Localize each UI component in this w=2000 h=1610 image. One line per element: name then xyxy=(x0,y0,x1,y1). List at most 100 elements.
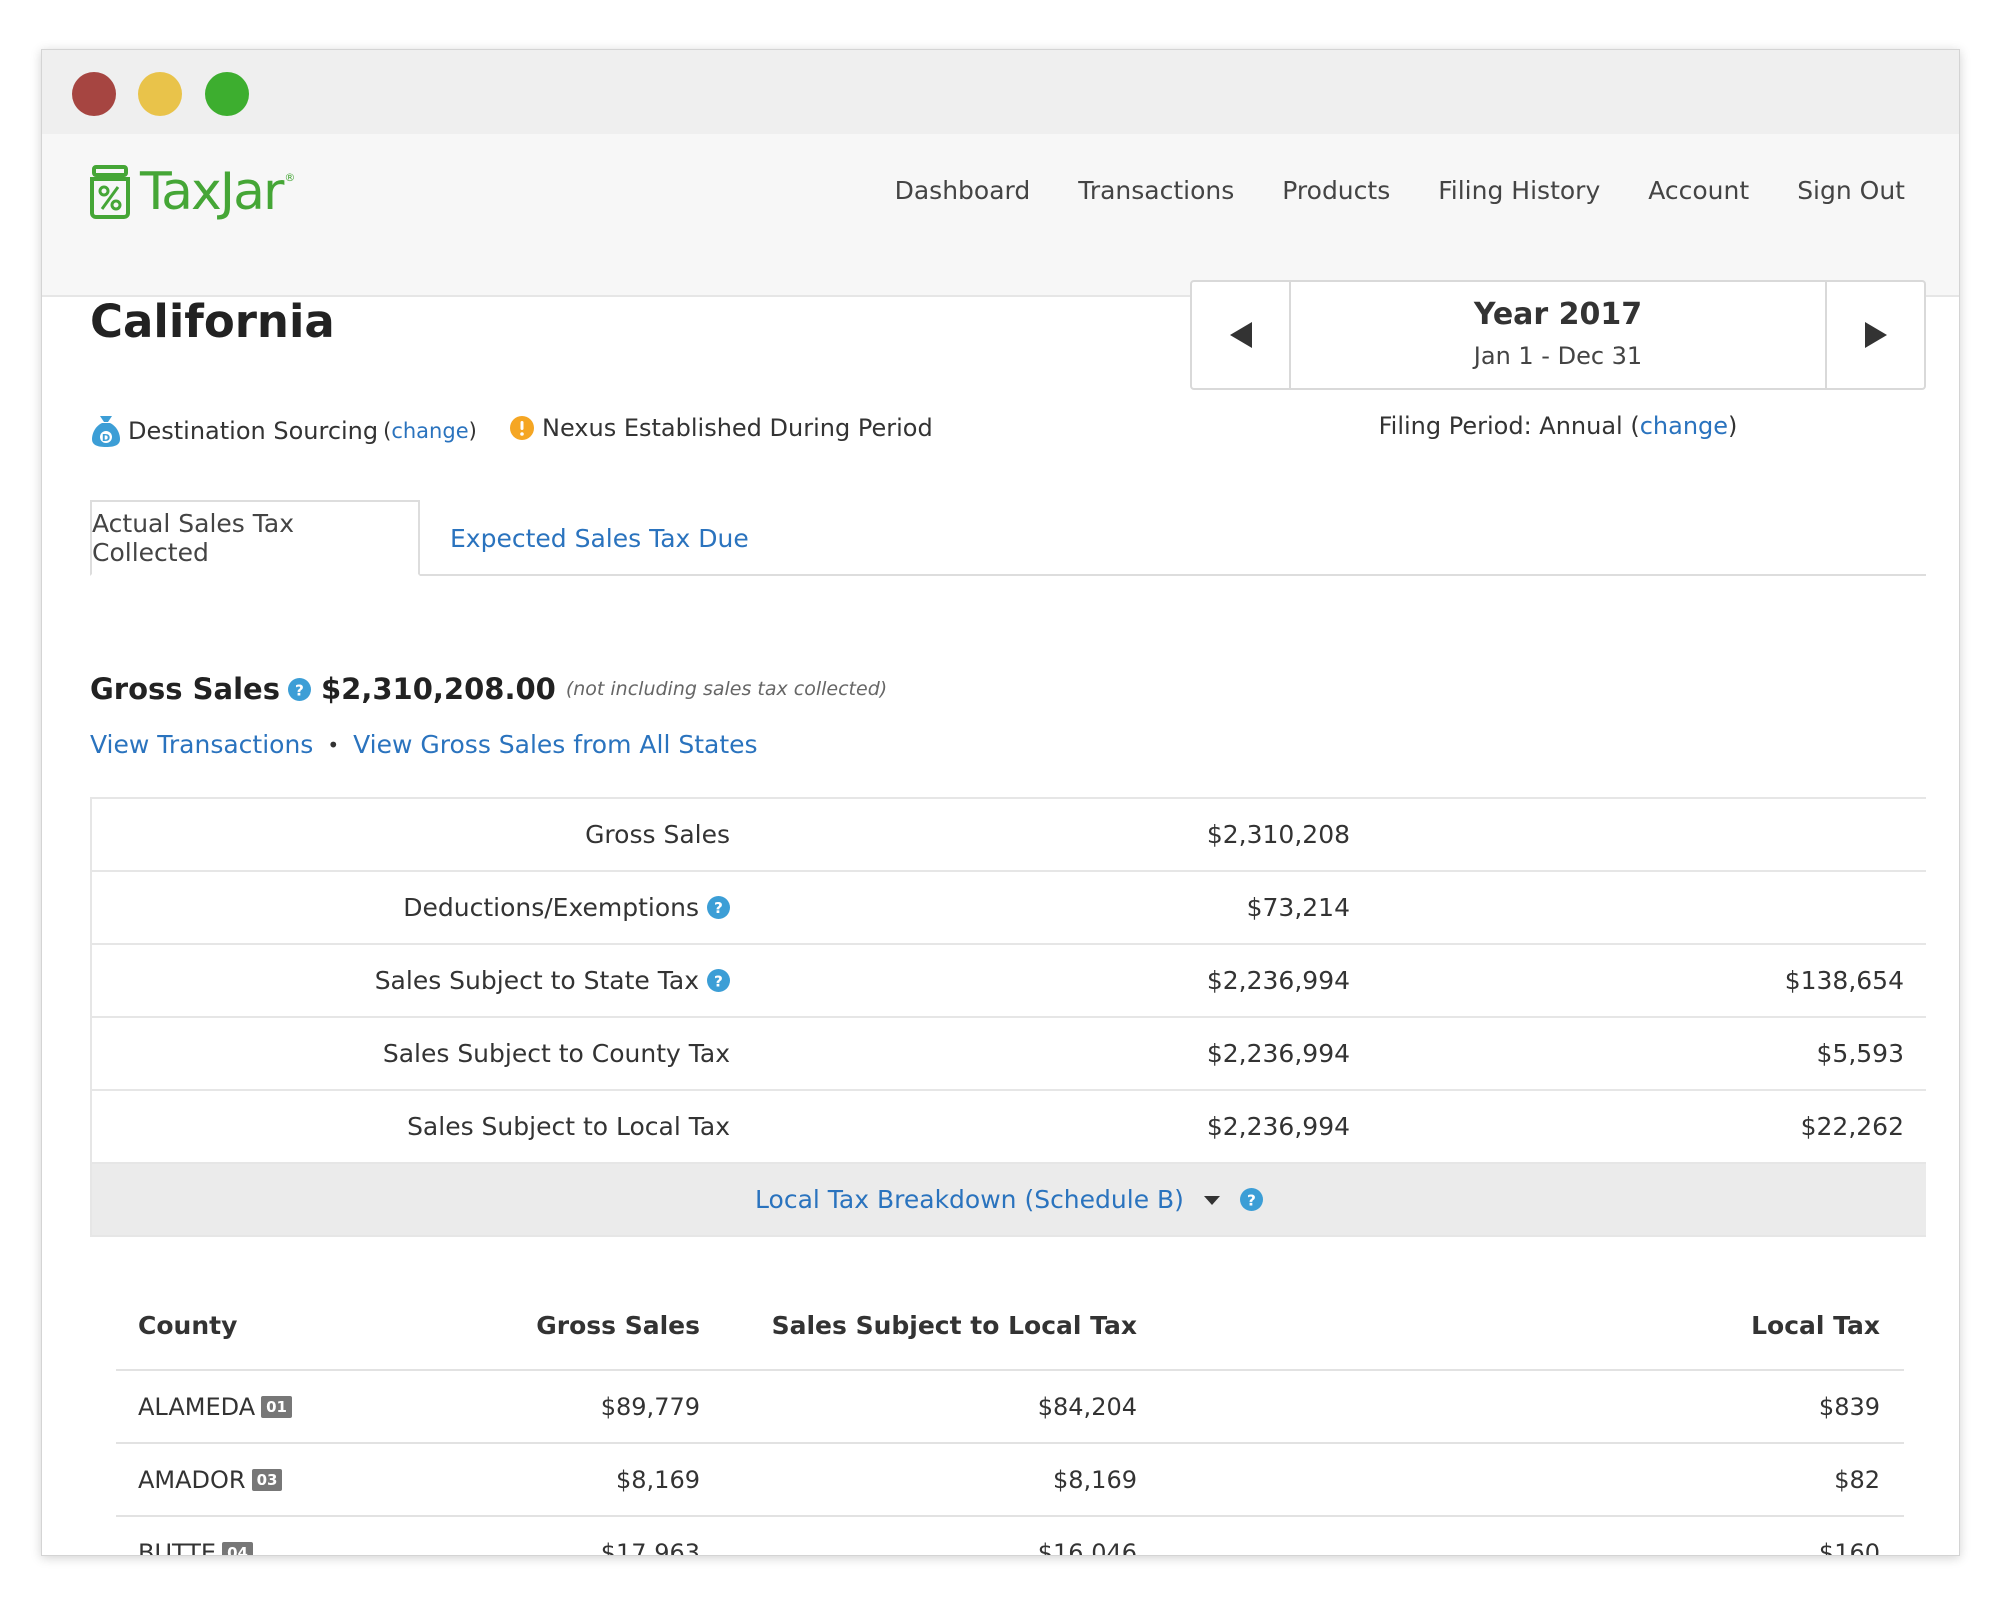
county-sales-subject: $84,204 xyxy=(1037,1392,1137,1421)
table-row: BUTTE 04 $17,963 $16,046 $160 xyxy=(116,1517,1904,1556)
taxjar-logo[interactable]: TaxJar ® xyxy=(88,162,295,222)
county-code-badge: 04 xyxy=(222,1541,253,1555)
view-all-states-link[interactable]: View Gross Sales from All States xyxy=(353,730,757,759)
help-icon[interactable]: ? xyxy=(1239,1188,1263,1211)
triangle-left-icon xyxy=(1229,322,1252,348)
summary-amount: $73,214 xyxy=(1246,893,1350,922)
table-row: Sales Subject to Local Tax $2,236,994 $2… xyxy=(92,1091,1926,1164)
main-nav: Dashboard Transactions Products Filing H… xyxy=(895,176,1905,205)
summary-tax: $5,593 xyxy=(1816,1039,1904,1068)
view-transactions-link[interactable]: View Transactions xyxy=(90,730,313,759)
tab-expected-sales-tax-due[interactable]: Expected Sales Tax Due xyxy=(450,500,749,576)
header-gross-sales: Gross Sales xyxy=(536,1311,700,1340)
summary-label: Sales Subject to County Tax xyxy=(382,1039,730,1068)
summary-label: Sales Subject to State Tax ? xyxy=(375,945,730,1016)
nav-transactions[interactable]: Transactions xyxy=(1078,176,1234,205)
county-sales-subject: $8,169 xyxy=(1053,1465,1137,1494)
table-row: Sales Subject to State Tax ? $2,236,994 … xyxy=(92,945,1926,1018)
county-name-cell: ALAMEDA 01 xyxy=(138,1371,292,1442)
summary-amount: $2,236,994 xyxy=(1206,1112,1350,1141)
nav-sign-out[interactable]: Sign Out xyxy=(1797,176,1905,205)
destination-sourcing: D Destination Sourcing (change) xyxy=(92,414,477,448)
help-icon[interactable]: ? xyxy=(287,677,311,701)
gross-sales-links: View Transactions • View Gross Sales fro… xyxy=(90,730,758,759)
gross-sales-value: $2,310,208.00 xyxy=(320,672,556,706)
svg-text:?: ? xyxy=(714,972,723,990)
svg-text:?: ? xyxy=(295,681,304,699)
header-county: County xyxy=(138,1311,238,1340)
summary-tax: $138,654 xyxy=(1784,966,1904,995)
caret-down-icon xyxy=(1203,1195,1220,1205)
triangle-right-icon xyxy=(1864,322,1887,348)
sourcing-label: Destination Sourcing xyxy=(128,417,379,445)
county-gross-sales: $17,963 xyxy=(600,1538,700,1556)
county-gross-sales: $89,779 xyxy=(600,1392,700,1421)
warning-icon xyxy=(510,416,534,440)
filing-period-label: Filing Period: Annual ( xyxy=(1378,412,1640,440)
county-name-cell: BUTTE 04 xyxy=(138,1517,253,1556)
table-row: AMADOR 03 $8,169 $8,169 $82 xyxy=(116,1444,1904,1517)
period-year: Year 2017 xyxy=(1473,297,1643,332)
header-local-tax: Local Tax xyxy=(1751,1311,1880,1340)
next-period-button[interactable] xyxy=(1825,282,1924,388)
table-row: Deductions/Exemptions ? $73,214 xyxy=(92,872,1926,945)
table-row: Sales Subject to County Tax $2,236,994 $… xyxy=(92,1018,1926,1091)
link-separator: • xyxy=(327,732,340,757)
gross-sales-header: Gross Sales ? $2,310,208.00 (not includi… xyxy=(90,672,887,706)
table-header-row: County Gross Sales Sales Subject to Loca… xyxy=(116,1282,1904,1371)
table-row: Gross Sales $2,310,208 xyxy=(92,799,1926,872)
svg-text:?: ? xyxy=(714,899,723,917)
maximize-window-button[interactable] xyxy=(205,72,249,116)
help-icon[interactable]: ? xyxy=(707,896,730,919)
sourcing-change-link[interactable]: change xyxy=(391,419,468,443)
table-row: ALAMEDA 01 $89,779 $84,204 $839 xyxy=(116,1371,1904,1444)
gross-sales-label: Gross Sales xyxy=(90,672,280,706)
svg-text:D: D xyxy=(102,433,110,444)
header-sales-subject: Sales Subject to Local Tax xyxy=(771,1311,1137,1340)
period-display: Year 2017 Jan 1 - Dec 31 xyxy=(1291,282,1825,388)
local-tax-breakdown-toggle[interactable]: Local Tax Breakdown (Schedule B) ? xyxy=(92,1164,1926,1237)
tab-actual-sales-tax-collected[interactable]: Actual Sales Tax Collected xyxy=(90,500,420,576)
period-selector: Year 2017 Jan 1 - Dec 31 xyxy=(1190,280,1926,390)
tax-tabs: Actual Sales Tax Collected Expected Sale… xyxy=(90,500,1926,576)
summary-amount: $2,310,208 xyxy=(1206,820,1350,849)
nav-products[interactable]: Products xyxy=(1282,176,1390,205)
nav-filing-history[interactable]: Filing History xyxy=(1438,176,1600,205)
county-local-tax: $839 xyxy=(1818,1392,1880,1421)
svg-text:?: ? xyxy=(1247,1191,1256,1209)
county-sales-subject: $16,046 xyxy=(1037,1538,1137,1556)
close-window-button[interactable] xyxy=(72,72,116,116)
county-code-badge: 03 xyxy=(251,1468,283,1491)
money-bag-icon: D xyxy=(92,416,120,447)
summary-table: Gross Sales $2,310,208 Deductions/Exempt… xyxy=(90,797,1926,1237)
period-range: Jan 1 - Dec 31 xyxy=(1473,342,1643,370)
previous-period-button[interactable] xyxy=(1192,282,1291,388)
summary-amount: $2,236,994 xyxy=(1206,966,1350,995)
summary-label: Sales Subject to Local Tax xyxy=(407,1112,730,1141)
page-title: California xyxy=(90,295,335,348)
registered-mark: ® xyxy=(284,170,296,184)
breakdown-label: Local Tax Breakdown (Schedule B) xyxy=(755,1185,1184,1214)
summary-label: Gross Sales xyxy=(585,820,730,849)
browser-window: TaxJar ® Dashboard Transactions Products… xyxy=(41,49,1960,1556)
summary-label: Deductions/Exemptions ? xyxy=(403,872,730,943)
logo-wordmark: TaxJar xyxy=(140,162,284,222)
summary-tax: $22,262 xyxy=(1800,1112,1904,1141)
county-local-tax: $82 xyxy=(1834,1465,1880,1494)
minimize-window-button[interactable] xyxy=(138,72,182,116)
county-local-tax: $160 xyxy=(1818,1538,1880,1556)
county-name: BUTTE xyxy=(138,1538,217,1556)
window-titlebar xyxy=(42,50,1959,134)
help-icon[interactable]: ? xyxy=(707,969,730,992)
county-gross-sales: $8,169 xyxy=(616,1465,700,1494)
filing-period-close-paren: ) xyxy=(1728,412,1738,440)
county-name: AMADOR xyxy=(138,1465,246,1494)
county-name: ALAMEDA xyxy=(138,1392,256,1421)
nav-account[interactable]: Account xyxy=(1648,176,1749,205)
nexus-status: Nexus Established During Period xyxy=(510,414,933,442)
county-name-cell: AMADOR 03 xyxy=(138,1444,283,1515)
filing-period-change-link[interactable]: change xyxy=(1640,412,1728,440)
county-breakdown-table: County Gross Sales Sales Subject to Loca… xyxy=(116,1282,1904,1556)
nav-dashboard[interactable]: Dashboard xyxy=(895,176,1031,205)
jar-icon xyxy=(90,165,130,219)
